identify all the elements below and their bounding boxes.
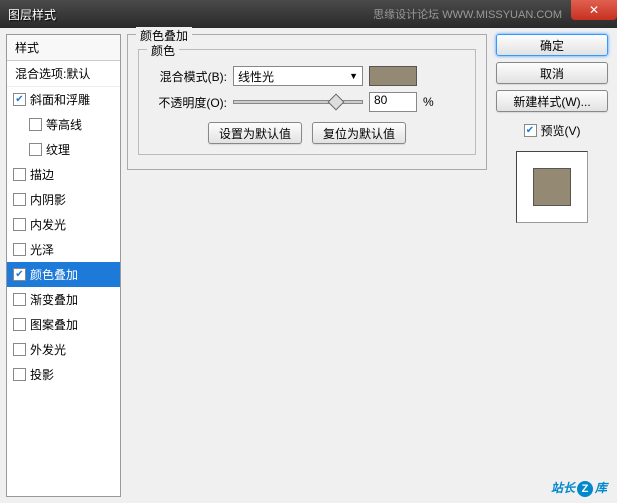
watermark-bottom: 站长Z库	[551, 479, 607, 497]
style-item-label: 投影	[30, 366, 54, 383]
opacity-label: 不透明度(O):	[147, 94, 227, 111]
color-group-title: 颜色	[147, 42, 179, 59]
opacity-row: 不透明度(O): 80 %	[147, 92, 467, 112]
style-item-label: 描边	[30, 166, 54, 183]
style-item[interactable]: 描边	[7, 162, 120, 187]
blend-mode-row: 混合模式(B): 线性光 ▼	[147, 66, 467, 86]
style-checkbox[interactable]	[13, 368, 26, 381]
style-checkbox[interactable]	[13, 218, 26, 231]
blend-mode-label: 混合模式(B):	[147, 68, 227, 85]
preview-label: 预览(V)	[541, 122, 581, 139]
opacity-input[interactable]: 80	[369, 92, 417, 112]
ok-button[interactable]: 确定	[496, 34, 608, 56]
style-item-label: 内阴影	[30, 191, 66, 208]
style-checkbox[interactable]	[13, 318, 26, 331]
style-checkbox[interactable]	[29, 143, 42, 156]
opacity-unit: %	[423, 95, 434, 109]
style-checkbox[interactable]	[13, 168, 26, 181]
style-item-label: 内发光	[30, 216, 66, 233]
style-item[interactable]: 外发光	[7, 337, 120, 362]
style-item[interactable]: 等高线	[7, 112, 120, 137]
styles-list-panel: 样式 混合选项:默认 斜面和浮雕等高线纹理描边内阴影内发光光泽颜色叠加渐变叠加图…	[6, 34, 121, 497]
style-item-label: 渐变叠加	[30, 291, 78, 308]
preview-checkbox-row[interactable]: 预览(V)	[524, 122, 581, 139]
default-buttons-row: 设置为默认值 复位为默认值	[147, 122, 467, 144]
style-checkbox[interactable]	[13, 343, 26, 356]
style-item[interactable]: 投影	[7, 362, 120, 387]
style-checkbox[interactable]	[13, 268, 26, 281]
blend-mode-value: 线性光	[238, 68, 274, 85]
reset-default-button[interactable]: 复位为默认值	[312, 122, 406, 144]
style-item-label: 斜面和浮雕	[30, 91, 90, 108]
blending-options-default[interactable]: 混合选项:默认	[7, 61, 120, 87]
close-button[interactable]: ✕	[571, 0, 617, 20]
chevron-down-icon: ▼	[349, 71, 358, 81]
styles-header[interactable]: 样式	[7, 35, 120, 61]
blend-mode-dropdown[interactable]: 线性光 ▼	[233, 66, 363, 86]
style-item[interactable]: 渐变叠加	[7, 287, 120, 312]
watermark-badge: Z	[577, 481, 593, 497]
style-item[interactable]: 内发光	[7, 212, 120, 237]
settings-panel: 颜色叠加 颜色 混合模式(B): 线性光 ▼ 不透明度(O): 80	[127, 34, 487, 497]
style-checkbox[interactable]	[13, 193, 26, 206]
preview-box	[516, 151, 588, 223]
opacity-slider[interactable]	[233, 100, 363, 104]
close-icon: ✕	[589, 3, 599, 17]
new-style-button[interactable]: 新建样式(W)...	[496, 90, 608, 112]
style-item-label: 光泽	[30, 241, 54, 258]
style-item-label: 外发光	[30, 341, 66, 358]
style-checkbox[interactable]	[13, 293, 26, 306]
style-item[interactable]: 斜面和浮雕	[7, 87, 120, 112]
cancel-button[interactable]: 取消	[496, 62, 608, 84]
color-overlay-group: 颜色叠加 颜色 混合模式(B): 线性光 ▼ 不透明度(O): 80	[127, 34, 487, 170]
style-item[interactable]: 颜色叠加	[7, 262, 120, 287]
color-group: 颜色 混合模式(B): 线性光 ▼ 不透明度(O): 80 %	[138, 49, 476, 155]
style-item-label: 颜色叠加	[30, 266, 78, 283]
watermark-top: 思缘设计论坛 WWW.MISSYUAN.COM	[373, 6, 562, 22]
style-item[interactable]: 纹理	[7, 137, 120, 162]
style-item[interactable]: 光泽	[7, 237, 120, 262]
title-bar: 图层样式 思缘设计论坛 WWW.MISSYUAN.COM ✕	[0, 0, 617, 28]
preview-checkbox[interactable]	[524, 124, 537, 137]
style-item-label: 纹理	[46, 141, 70, 158]
style-item-label: 图案叠加	[30, 316, 78, 333]
color-swatch[interactable]	[369, 66, 417, 86]
style-checkbox[interactable]	[13, 243, 26, 256]
style-item[interactable]: 内阴影	[7, 187, 120, 212]
style-checkbox[interactable]	[13, 93, 26, 106]
preview-swatch	[533, 168, 571, 206]
slider-thumb[interactable]	[328, 94, 345, 111]
style-item[interactable]: 图案叠加	[7, 312, 120, 337]
window-title: 图层样式	[8, 6, 56, 23]
style-item-label: 等高线	[46, 116, 82, 133]
style-checkbox[interactable]	[29, 118, 42, 131]
dialog-body: 样式 混合选项:默认 斜面和浮雕等高线纹理描边内阴影内发光光泽颜色叠加渐变叠加图…	[0, 28, 617, 503]
make-default-button[interactable]: 设置为默认值	[208, 122, 302, 144]
action-panel: 确定 取消 新建样式(W)... 预览(V)	[493, 34, 611, 497]
